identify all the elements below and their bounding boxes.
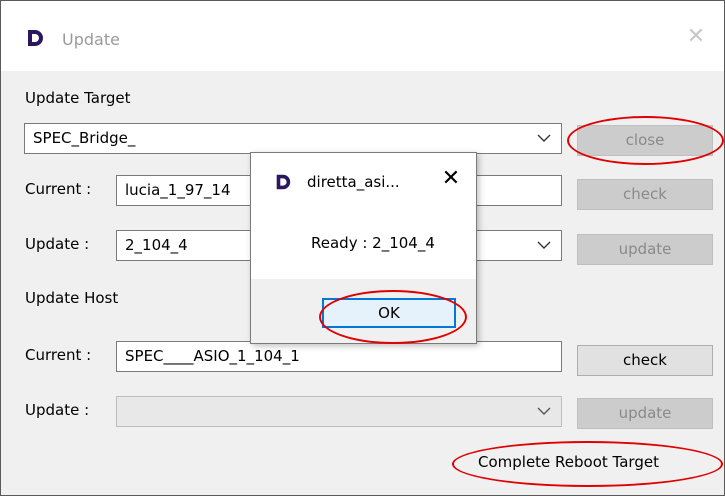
- target-update-button[interactable]: update: [577, 234, 713, 265]
- dialog-title: diretta_asi...: [307, 173, 400, 191]
- host-check-button[interactable]: check: [577, 345, 713, 376]
- target-update-value: 2_104_4: [125, 236, 188, 254]
- host-current-field[interactable]: SPEC____ASIO_1_104_1: [116, 341, 562, 372]
- chevron-down-icon: [537, 241, 551, 249]
- target-update-label: Update :: [25, 235, 90, 253]
- app-logo-icon: [276, 174, 291, 190]
- host-current-label: Current :: [25, 346, 92, 364]
- target-select-value: SPEC_Bridge_: [33, 129, 136, 147]
- target-current-value: lucia_1_97_14: [125, 181, 231, 199]
- window-close-icon[interactable]: ✕: [686, 26, 706, 48]
- message-dialog: diretta_asi... ✕ Ready : 2_104_4 OK: [250, 152, 477, 344]
- host-update-select[interactable]: [116, 396, 562, 427]
- dialog-footer: OK: [251, 279, 476, 343]
- complete-reboot-target-button[interactable]: Complete Reboot Target: [478, 453, 659, 471]
- update-target-label: Update Target: [25, 89, 131, 107]
- dialog-message: Ready : 2_104_4: [311, 234, 435, 252]
- update-window: Update ✕ Update Target SPEC_Bridge_ clos…: [0, 0, 725, 496]
- close-button[interactable]: close: [577, 125, 713, 156]
- dialog-close-icon[interactable]: ✕: [439, 167, 463, 191]
- target-select[interactable]: SPEC_Bridge_: [24, 123, 562, 154]
- ok-button[interactable]: OK: [322, 298, 456, 328]
- host-current-value: SPEC____ASIO_1_104_1: [125, 347, 300, 365]
- host-update-label: Update :: [25, 401, 90, 419]
- target-current-label: Current :: [25, 180, 92, 198]
- target-check-button[interactable]: check: [577, 179, 713, 210]
- app-logo-icon: [28, 30, 43, 46]
- window-title: Update: [62, 30, 120, 49]
- chevron-down-icon: [537, 407, 551, 415]
- chevron-down-icon: [537, 134, 551, 142]
- host-update-button[interactable]: update: [577, 398, 713, 429]
- update-host-label: Update Host: [25, 289, 119, 307]
- title-bar: Update ✕: [1, 1, 724, 71]
